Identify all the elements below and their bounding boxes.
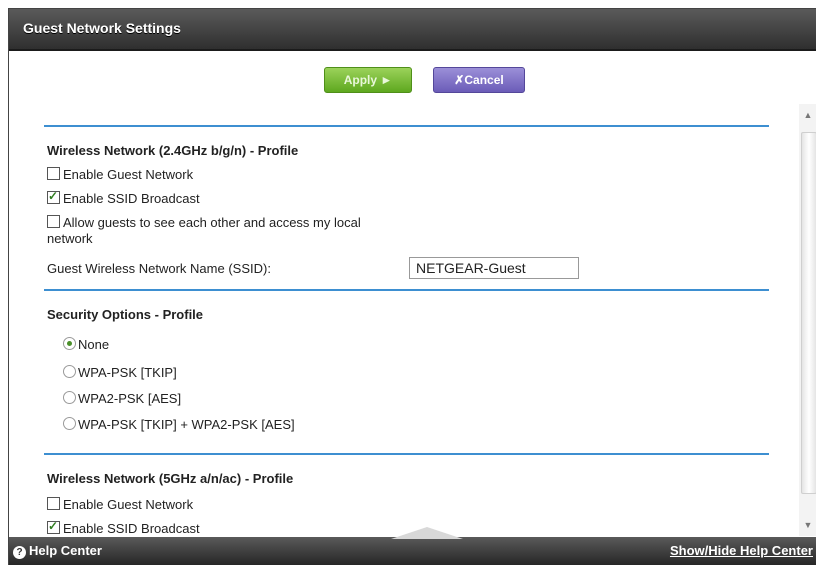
scroll-thumb[interactable] xyxy=(801,132,816,494)
ssid-input[interactable] xyxy=(409,257,579,279)
wireless-5-heading: Wireless Network (5GHz a/n/ac) - Profile xyxy=(47,471,294,486)
help-center-label: Help Center xyxy=(29,543,102,558)
help-center[interactable]: ? Help Center xyxy=(13,543,102,559)
section-divider xyxy=(44,453,769,455)
enable-ssid-5-row: Enable SSID Broadcast xyxy=(47,519,200,536)
help-question-icon: ? xyxy=(13,546,26,559)
security-option-wpa-tkip: WPA-PSK [TKIP] xyxy=(63,365,177,380)
security-mixed-radio[interactable] xyxy=(63,417,76,430)
allow-guests-label-line2: network xyxy=(47,231,93,246)
title-bar: Guest Network Settings xyxy=(9,9,816,51)
help-toggle-tab[interactable] xyxy=(391,527,463,539)
security-heading: Security Options - Profile xyxy=(47,307,204,322)
section-divider xyxy=(44,289,769,291)
allow-guests-checkbox[interactable] xyxy=(47,215,60,228)
enable-guest-24-label: Enable Guest Network xyxy=(63,167,194,182)
allow-guests-row: Allow guests to see each other and acces… xyxy=(47,215,361,230)
enable-ssid-5-checkbox[interactable] xyxy=(47,519,60,534)
guest-network-window: Guest Network Settings Apply ► ✗Cancel W… xyxy=(8,8,816,565)
enable-ssid-24-label: Enable SSID Broadcast xyxy=(63,191,200,206)
help-bar: ? Help Center Show/Hide Help Center xyxy=(9,527,816,565)
scroll-up-icon[interactable]: ▲ xyxy=(801,108,815,122)
ssid-label: Guest Wireless Network Name (SSID): xyxy=(47,261,271,276)
security-wpa-tkip-label: WPA-PSK [TKIP] xyxy=(78,365,177,380)
enable-ssid-5-label: Enable SSID Broadcast xyxy=(63,521,200,536)
security-none-label: None xyxy=(78,337,110,352)
show-hide-help-link[interactable]: Show/Hide Help Center xyxy=(670,543,813,558)
enable-guest-24-checkbox[interactable] xyxy=(47,167,60,180)
security-option-wpa2-aes: WPA2-PSK [AES] xyxy=(63,391,181,406)
enable-ssid-24-row: Enable SSID Broadcast xyxy=(47,189,200,206)
enable-guest-5-checkbox[interactable] xyxy=(47,497,60,510)
security-wpa2-aes-label: WPA2-PSK [AES] xyxy=(78,391,182,406)
enable-guest-5-label: Enable Guest Network xyxy=(63,497,194,512)
apply-button[interactable]: Apply ► xyxy=(324,67,412,93)
vertical-scrollbar[interactable]: ▲ ▼ xyxy=(799,104,816,536)
wireless-24-heading: Wireless Network (2.4GHz b/g/n) - Profil… xyxy=(47,143,299,158)
page-title: Guest Network Settings xyxy=(23,20,181,36)
security-option-none: None xyxy=(63,337,109,352)
scroll-down-icon[interactable]: ▼ xyxy=(801,518,815,532)
enable-guest-24-row: Enable Guest Network xyxy=(47,167,193,182)
enable-guest-5-row: Enable Guest Network xyxy=(47,497,193,512)
section-divider xyxy=(44,125,769,127)
security-none-radio[interactable] xyxy=(63,337,76,350)
enable-ssid-24-checkbox[interactable] xyxy=(47,189,60,204)
cancel-button[interactable]: ✗Cancel xyxy=(433,67,525,93)
security-wpa-tkip-radio[interactable] xyxy=(63,365,76,378)
security-option-mixed: WPA-PSK [TKIP] + WPA2-PSK [AES] xyxy=(63,417,295,432)
allow-guests-row-cont: network xyxy=(47,231,93,246)
allow-guests-label-line1: Allow guests to see each other and acces… xyxy=(63,215,361,230)
security-wpa2-aes-radio[interactable] xyxy=(63,391,76,404)
security-mixed-label: WPA-PSK [TKIP] + WPA2-PSK [AES] xyxy=(78,417,295,432)
settings-content: Wireless Network (2.4GHz b/g/n) - Profil… xyxy=(9,113,799,537)
